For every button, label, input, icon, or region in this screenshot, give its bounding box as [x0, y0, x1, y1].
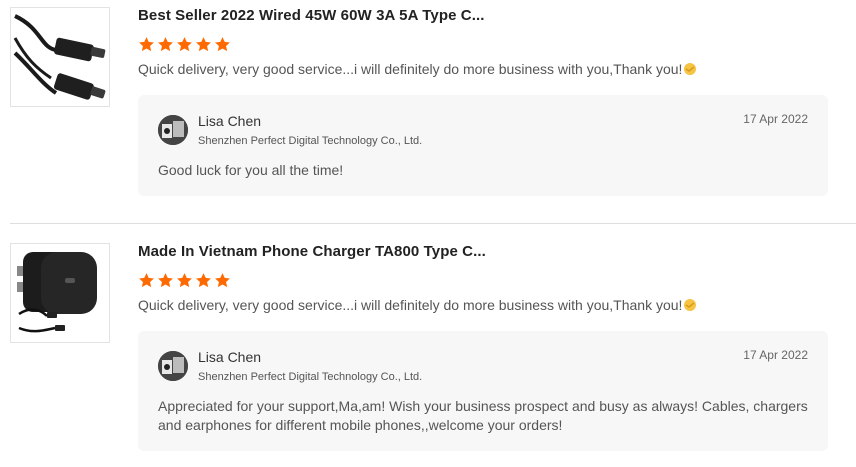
product-title-link[interactable]: Made In Vietnam Phone Charger TA800 Type… — [138, 242, 828, 262]
seller-reply: Lisa Chen Shenzhen Perfect Digital Techn… — [138, 95, 828, 196]
handshake-emoji-icon — [683, 297, 697, 311]
reply-company-name: Shenzhen Perfect Digital Technology Co.,… — [198, 371, 423, 383]
star-rating — [138, 272, 828, 290]
star-icon — [176, 36, 193, 53]
star-icon — [195, 272, 212, 289]
handshake-emoji-icon — [683, 61, 697, 75]
avatar — [158, 351, 188, 381]
product-thumbnail[interactable] — [10, 7, 110, 107]
star-icon — [176, 272, 193, 289]
review-comment: Quick delivery, very good service...i wi… — [138, 295, 828, 315]
review-content: Made In Vietnam Phone Charger TA800 Type… — [138, 242, 828, 451]
reply-company-name: Shenzhen Perfect Digital Technology Co.,… — [198, 135, 423, 147]
star-icon — [195, 36, 212, 53]
star-icon — [157, 272, 174, 289]
star-icon — [214, 36, 231, 53]
star-icon — [138, 36, 155, 53]
product-thumbnail[interactable] — [10, 243, 110, 343]
star-icon — [138, 272, 155, 289]
review-comment: Quick delivery, very good service...i wi… — [138, 59, 828, 79]
product-title-link[interactable]: Best Seller 2022 Wired 45W 60W 3A 5A Typ… — [138, 6, 828, 26]
reply-date: 17 Apr 2022 — [743, 348, 808, 362]
review-comment-text: Quick delivery, very good service...i wi… — [138, 61, 683, 77]
wall-charger-image — [11, 244, 109, 342]
review-item: Best Seller 2022 Wired 45W 60W 3A 5A Typ… — [0, 0, 856, 224]
reply-text: Good luck for you all the time! — [158, 162, 344, 178]
review-item: Made In Vietnam Phone Charger TA800 Type… — [0, 224, 856, 467]
star-icon — [157, 36, 174, 53]
star-rating — [138, 36, 828, 54]
seller-reply: Lisa Chen Shenzhen Perfect Digital Techn… — [138, 331, 828, 451]
reply-author-name: Lisa Chen — [198, 113, 262, 129]
star-icon — [214, 272, 231, 289]
review-content: Best Seller 2022 Wired 45W 60W 3A 5A Typ… — [138, 6, 828, 196]
reply-author-name: Lisa Chen — [198, 349, 262, 365]
usb-c-cable-image — [11, 8, 109, 106]
reply-date: 17 Apr 2022 — [743, 112, 808, 126]
reply-text: Appreciated for your support,Ma,am! Wish… — [158, 398, 808, 433]
avatar — [158, 115, 188, 145]
review-comment-text: Quick delivery, very good service...i wi… — [138, 297, 683, 313]
